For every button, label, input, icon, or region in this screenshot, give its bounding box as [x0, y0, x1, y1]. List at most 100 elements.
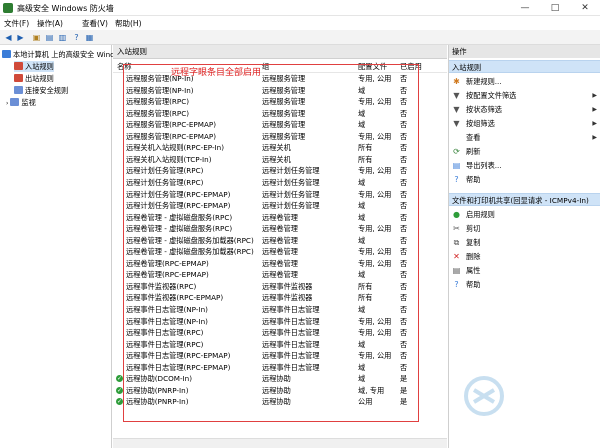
rule-enabled: 否: [400, 201, 408, 211]
rule-name: 远程服务管理(RPC-EPMAP): [126, 131, 217, 141]
table-row[interactable]: 远程计划任务管理(RPC) 远程计划任务管理 专用, 公用否: [113, 165, 447, 177]
menu-file[interactable]: 文件(F): [4, 18, 29, 29]
actions-section-selected-rule[interactable]: 文件和打印机共享(回显请求 - ICMPv4-In): [449, 193, 600, 206]
tree-node-monitoring[interactable]: › 监视: [6, 97, 36, 108]
action-item[interactable]: ▼ 按配置文件筛选 ▶: [449, 89, 600, 102]
table-row[interactable]: 远程事件监视器(RPC) 远程事件监视器 所有 否: [113, 281, 447, 293]
close-button[interactable]: ✕: [570, 0, 600, 16]
table-row[interactable]: 远程计划任务管理(RPC-EPMAP) 远程计划任务管理 专用, 公用否: [113, 189, 447, 201]
horizontal-scrollbar[interactable]: [113, 438, 447, 448]
action-label: 按配置文件筛选: [466, 91, 517, 100]
table-row[interactable]: 远程服务管理(RPC) 远程服务管理 专用, 公用否: [113, 96, 447, 108]
tree-node-inbound-rules[interactable]: 入站规则: [14, 61, 54, 72]
action-item[interactable]: ▤ 属性: [449, 264, 600, 277]
rule-group: 远程事件日志管理: [262, 351, 320, 361]
table-row[interactable]: 远程事件日志管理(NP-In) 远程事件日志管理 专用, 公用否: [113, 316, 447, 328]
show-tree-icon[interactable]: ▤: [44, 32, 55, 43]
action-icon: ▤: [452, 161, 461, 170]
action-item[interactable]: ● 启用规则: [449, 208, 600, 221]
column-name[interactable]: 名称: [117, 62, 132, 72]
action-item[interactable]: ⧉ 复制: [449, 236, 600, 249]
rule-enabled: 否: [400, 247, 408, 257]
table-row[interactable]: 远程服务管理(NP-In) 远程服务管理 域 否: [113, 85, 447, 97]
actions-section-inbound[interactable]: 入站规则: [449, 60, 600, 73]
folder-up-icon[interactable]: ▣: [31, 32, 42, 43]
table-row[interactable]: 远程卷管理 - 虚拟磁盘服务加载器(RPC) 远程卷管理 域 否: [113, 235, 447, 247]
table-row[interactable]: 远程服务管理(RPC-EPMAP) 远程服务管理 专用, 公用否: [113, 131, 447, 143]
action-label: 帮助: [466, 280, 481, 289]
inbound-rules-icon: [14, 62, 23, 70]
table-row[interactable]: ✓ 远程协助(PNRP-In) 远程协助 域, 专用 是: [113, 385, 447, 397]
table-row[interactable]: 远程卷管理 - 虚拟磁盘服务(RPC) 远程卷管理 域 否: [113, 212, 447, 224]
rule-profile: 域: [358, 235, 366, 245]
rule-name: 远程事件日志管理(RPC-EPMAP): [126, 351, 231, 361]
column-group[interactable]: 组: [262, 62, 269, 72]
action-label: 删除: [466, 252, 481, 261]
tree-node-outbound-rules[interactable]: 出站规则: [14, 73, 54, 84]
rule-profile: 域: [358, 201, 366, 211]
table-row[interactable]: 远程卷管理(RPC-EPMAP) 远程卷管理 域 否: [113, 269, 447, 281]
table-row[interactable]: 远程卷管理 - 虚拟磁盘服务(RPC) 远程卷管理 专用, 公用否: [113, 223, 447, 235]
table-row[interactable]: 远程事件日志管理(RPC) 远程事件日志管理 域 否: [113, 339, 447, 351]
column-enabled[interactable]: 已启用: [400, 62, 422, 72]
title-bar: 高级安全 Windows 防火墙 — □ ✕: [0, 0, 600, 16]
table-row[interactable]: 远程关机入站规则(TCP-In) 远程关机 所有 否: [113, 154, 447, 166]
show-action-pane-icon[interactable]: ▦: [84, 32, 95, 43]
table-row[interactable]: 远程关机入站规则(RPC-EP-In) 远程关机 所有 否: [113, 142, 447, 154]
rule-profile: 所有: [358, 281, 373, 291]
rule-group: 远程事件监视器: [262, 293, 313, 303]
table-row[interactable]: 远程卷管理 - 虚拟磁盘服务加载器(RPC) 远程卷管理 专用, 公用否: [113, 246, 447, 258]
table-row[interactable]: ✓ 远程协助(PNRP-In) 远程协助 公用 是: [113, 396, 447, 408]
rule-profile: 域: [358, 177, 366, 187]
table-row[interactable]: 远程事件日志管理(NP-In) 远程事件日志管理 域 否: [113, 304, 447, 316]
table-row[interactable]: 远程事件日志管理(RPC-EPMAP) 远程事件日志管理 专用, 公用否: [113, 350, 447, 362]
table-row[interactable]: 远程卷管理(RPC-EPMAP) 远程卷管理 专用, 公用否: [113, 258, 447, 270]
menu-action[interactable]: 操作(A): [37, 18, 63, 29]
annotation-text: 远程字眼条目全部启用: [171, 68, 262, 78]
action-label: 剪切: [466, 224, 481, 233]
table-row[interactable]: 远程服务管理(RPC) 远程服务管理 域 否: [113, 108, 447, 120]
table-row[interactable]: 远程服务管理(NP-In) 远程服务管理 专用, 公用否: [113, 73, 447, 85]
export-icon[interactable]: ▥: [57, 32, 68, 43]
forward-icon[interactable]: ▶: [15, 32, 26, 43]
rule-group: 远程计划任务管理: [262, 166, 320, 176]
table-row[interactable]: ✓ 远程协助(DCOM-In) 远程协助 域 是: [113, 373, 447, 385]
menu-help[interactable]: 帮助(H): [115, 18, 142, 29]
rule-name: 远程卷管理 - 虚拟磁盘服务加载器(RPC): [126, 247, 254, 257]
table-row[interactable]: 远程计划任务管理(RPC-EPMAP) 远程计划任务管理 域 否: [113, 200, 447, 212]
tree-node-root[interactable]: 本地计算机 上的高级安全 Windows: [2, 49, 129, 60]
table-row[interactable]: 远程计划任务管理(RPC) 远程计划任务管理 域 否: [113, 177, 447, 189]
action-item[interactable]: ✕ 删除: [449, 250, 600, 263]
rule-enabled: 否: [400, 351, 408, 361]
rule-enabled: 否: [400, 224, 408, 234]
action-label: 按组筛选: [466, 119, 495, 128]
action-item[interactable]: ? 帮助: [449, 278, 600, 291]
watermark-logo: [464, 376, 504, 416]
menu-view[interactable]: 查看(V): [82, 18, 108, 29]
action-item[interactable]: ✱ 新建规则...: [449, 75, 600, 88]
help-icon[interactable]: ?: [71, 32, 82, 43]
rule-profile: 专用, 公用: [358, 351, 392, 361]
column-profile[interactable]: 配置文件: [358, 62, 387, 72]
action-item[interactable]: 查看 ▶: [449, 131, 600, 144]
action-item[interactable]: ? 帮助: [449, 173, 600, 186]
action-item[interactable]: ▼ 按组筛选 ▶: [449, 117, 600, 130]
rule-group: 远程计划任务管理: [262, 177, 320, 187]
table-row[interactable]: 远程事件日志管理(RPC) 远程事件日志管理 专用, 公用否: [113, 327, 447, 339]
table-row[interactable]: 远程事件监视器(RPC-EPMAP) 远程事件监视器 所有 否: [113, 292, 447, 304]
table-row[interactable]: 远程服务管理(RPC-EPMAP) 远程服务管理 域 否: [113, 119, 447, 131]
table-row[interactable]: 远程事件日志管理(RPC-EPMAP) 远程事件日志管理 域 否: [113, 362, 447, 374]
maximize-button[interactable]: □: [540, 0, 570, 16]
rule-profile: 专用, 公用: [358, 224, 392, 234]
action-item[interactable]: ✂ 剪切: [449, 222, 600, 235]
rule-profile: 域: [358, 362, 366, 372]
back-icon[interactable]: ◀: [3, 32, 14, 43]
action-item[interactable]: ⟳ 刷新: [449, 145, 600, 158]
action-item[interactable]: ▼ 按状态筛选 ▶: [449, 103, 600, 116]
monitor-icon: [10, 98, 20, 106]
firewall-app-icon: [3, 3, 13, 13]
minimize-button[interactable]: —: [510, 0, 540, 16]
tree-node-connection-security[interactable]: 连接安全规则: [14, 85, 68, 96]
action-item[interactable]: ▤ 导出列表...: [449, 159, 600, 172]
rule-enabled: 是: [400, 385, 408, 395]
